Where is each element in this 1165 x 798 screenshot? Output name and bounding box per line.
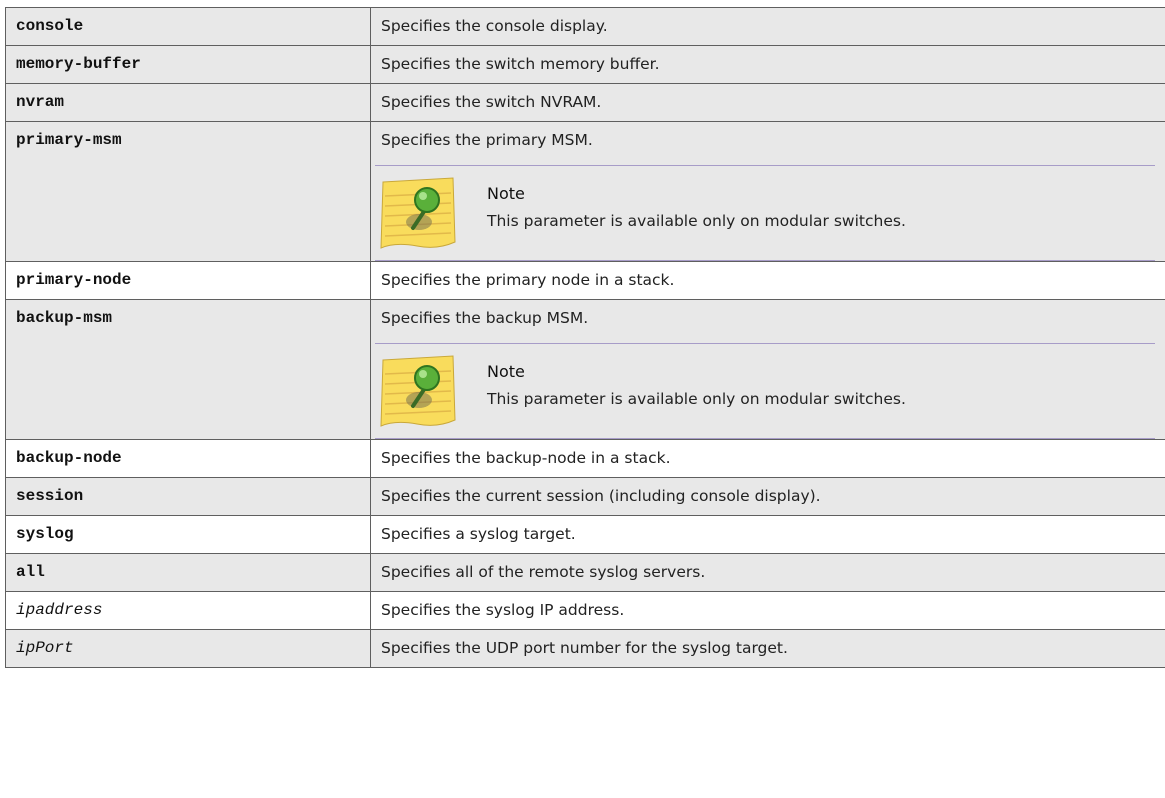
table-row: backup-msm Specifies the backup MSM. Not… xyxy=(5,299,1165,440)
parameter-table: console Specifies the console display. m… xyxy=(5,7,1165,668)
param-description: Specifies a syslog target. xyxy=(370,515,1165,554)
param-name: ipPort xyxy=(5,629,371,668)
table-row: console Specifies the console display. xyxy=(5,7,1165,46)
table-row: memory-buffer Specifies the switch memor… xyxy=(5,45,1165,84)
param-description: Specifies the backup-node in a stack. xyxy=(370,439,1165,478)
description-text: Specifies the primary MSM. xyxy=(381,131,593,149)
note-box: Note This parameter is available only on… xyxy=(375,343,1155,439)
param-description: Specifies the syslog IP address. xyxy=(370,591,1165,630)
param-name: console xyxy=(5,7,371,46)
table-row: all Specifies all of the remote syslog s… xyxy=(5,553,1165,592)
param-name: syslog xyxy=(5,515,371,554)
param-description: Specifies the UDP port number for the sy… xyxy=(370,629,1165,668)
note-text: This parameter is available only on modu… xyxy=(487,390,906,408)
sticky-note-pin-icon xyxy=(380,177,456,249)
table-row: primary-msm Specifies the primary MSM. N… xyxy=(5,121,1165,262)
description-text: Specifies the backup MSM. xyxy=(381,309,589,327)
param-name: ipaddress xyxy=(5,591,371,630)
note-title: Note xyxy=(487,362,525,381)
table-row: session Specifies the current session (i… xyxy=(5,477,1165,516)
param-description: Specifies the switch NVRAM. xyxy=(370,83,1165,122)
table-row: backup-node Specifies the backup-node in… xyxy=(5,439,1165,478)
table-row: syslog Specifies a syslog target. xyxy=(5,515,1165,554)
param-description: Specifies the backup MSM. Note This para… xyxy=(370,299,1165,440)
table-row: ipPort Specifies the UDP port number for… xyxy=(5,629,1165,668)
table-row: primary-node Specifies the primary node … xyxy=(5,261,1165,300)
param-name: backup-node xyxy=(5,439,371,478)
table-row: ipaddress Specifies the syslog IP addres… xyxy=(5,591,1165,630)
param-name: memory-buffer xyxy=(5,45,371,84)
param-name: session xyxy=(5,477,371,516)
param-description: Specifies all of the remote syslog serve… xyxy=(370,553,1165,592)
param-description: Specifies the primary node in a stack. xyxy=(370,261,1165,300)
param-name: nvram xyxy=(5,83,371,122)
param-description: Specifies the switch memory buffer. xyxy=(370,45,1165,84)
param-name: all xyxy=(5,553,371,592)
note-text: This parameter is available only on modu… xyxy=(487,212,906,230)
table-row: nvram Specifies the switch NVRAM. xyxy=(5,83,1165,122)
param-description: Specifies the current session (including… xyxy=(370,477,1165,516)
note-title: Note xyxy=(487,184,525,203)
param-description: Specifies the primary MSM. Note This par… xyxy=(370,121,1165,262)
note-box: Note This parameter is available only on… xyxy=(375,165,1155,261)
param-name: backup-msm xyxy=(5,299,371,440)
param-description: Specifies the console display. xyxy=(370,7,1165,46)
param-name: primary-msm xyxy=(5,121,371,262)
sticky-note-pin-icon xyxy=(380,355,456,427)
param-name: primary-node xyxy=(5,261,371,300)
